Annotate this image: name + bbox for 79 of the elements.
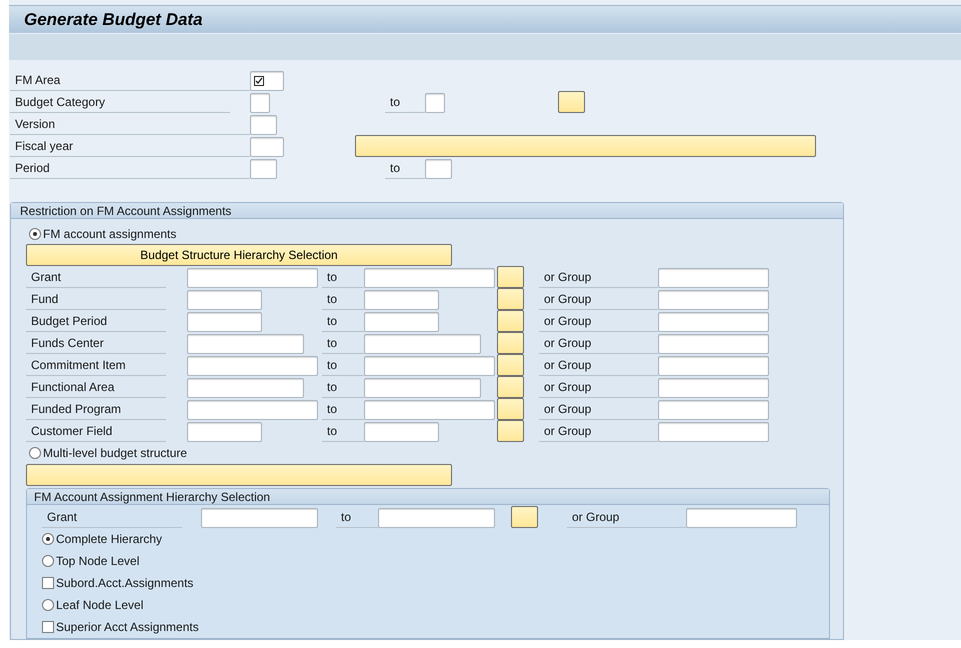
field-label: Budget Category — [10, 92, 230, 113]
input-field[interactable] — [187, 400, 318, 420]
input-field[interactable] — [364, 312, 439, 332]
field-label: Commitment Item — [26, 355, 166, 376]
hierarchy-selection-button[interactable]: Budget Structure Hierarchy Selection — [26, 244, 452, 266]
field-label: Version — [10, 114, 250, 135]
multiple-selection-button[interactable] — [497, 288, 524, 310]
input-field[interactable] — [425, 93, 445, 113]
radio-button[interactable] — [29, 228, 41, 240]
input-field[interactable] — [658, 312, 769, 332]
input-field[interactable] — [364, 400, 495, 420]
multiple-selection-button[interactable] — [497, 310, 524, 332]
field-label: Funded Program — [26, 399, 166, 420]
checkbox[interactable] — [42, 621, 54, 633]
option-label: Subord.Acct.Assignments — [56, 575, 194, 592]
input-field[interactable] — [658, 378, 769, 398]
input-field[interactable] — [187, 422, 262, 442]
input-field[interactable] — [364, 378, 481, 398]
field-label: Funds Center — [26, 333, 166, 354]
option-label: Superior Acct Assignments — [56, 619, 199, 636]
multiple-selection-button[interactable] — [497, 420, 524, 442]
window-title: Generate Budget Data — [24, 8, 203, 30]
input-field[interactable] — [364, 290, 439, 310]
radio-button[interactable] — [29, 447, 41, 459]
multiple-selection-button[interactable] — [511, 506, 538, 528]
fiscal-year-display-bar[interactable] — [355, 135, 816, 157]
input-field[interactable] — [187, 290, 262, 310]
radio-button[interactable] — [42, 555, 54, 567]
input-field[interactable] — [187, 378, 304, 398]
field-label: FM Area — [10, 70, 250, 91]
multiple-selection-button[interactable] — [497, 266, 524, 288]
input-field[interactable] — [250, 71, 284, 91]
input-field[interactable] — [250, 93, 270, 113]
option-label: FM account assignments — [43, 226, 176, 243]
input-field[interactable] — [658, 356, 769, 376]
option-label: Leaf Node Level — [56, 597, 144, 614]
input-field[interactable] — [187, 356, 318, 376]
multiple-selection-button[interactable] — [558, 91, 585, 113]
field-label: Fund — [26, 289, 166, 310]
multiple-selection-button[interactable] — [497, 354, 524, 376]
radio-button[interactable] — [42, 533, 54, 545]
field-label: Grant — [26, 267, 166, 288]
input-field[interactable] — [364, 422, 439, 442]
option-label: Top Node Level — [56, 553, 140, 570]
input-field[interactable] — [686, 508, 797, 528]
input-field[interactable] — [187, 334, 304, 354]
input-field[interactable] — [658, 268, 769, 288]
input-field[interactable] — [364, 268, 495, 288]
input-field[interactable] — [201, 508, 318, 528]
input-field[interactable] — [658, 334, 769, 354]
field-label: Budget Period — [26, 311, 166, 332]
input-field[interactable] — [187, 312, 262, 332]
group-box-title: FM Account Assignment Hierarchy Selection — [34, 488, 270, 506]
input-field[interactable] — [658, 290, 769, 310]
input-field[interactable] — [250, 115, 277, 135]
multiple-selection-button[interactable] — [497, 376, 524, 398]
required-check-icon — [254, 76, 264, 86]
option-label: Multi-level budget structure — [43, 445, 188, 462]
field-label: Grant — [42, 507, 182, 528]
multiple-selection-button[interactable] — [497, 332, 524, 354]
multi-level-selection-bar[interactable] — [26, 464, 452, 486]
checkbox[interactable] — [42, 577, 54, 589]
field-label: Period — [10, 158, 250, 179]
field-label: Functional Area — [26, 377, 166, 398]
input-field[interactable] — [250, 137, 284, 157]
input-field[interactable] — [250, 159, 277, 179]
input-field[interactable] — [658, 400, 769, 420]
input-field[interactable] — [658, 422, 769, 442]
option-label: Complete Hierarchy — [56, 531, 162, 548]
input-field[interactable] — [187, 268, 318, 288]
input-field[interactable] — [425, 159, 452, 179]
input-field[interactable] — [364, 356, 495, 376]
input-field[interactable] — [378, 508, 495, 528]
multiple-selection-button[interactable] — [497, 398, 524, 420]
input-field[interactable] — [364, 334, 481, 354]
field-label: Customer Field — [26, 421, 166, 442]
field-label: Fiscal year — [10, 136, 250, 157]
group-box-title: Restriction on FM Account Assignments — [20, 202, 232, 220]
radio-button[interactable] — [42, 599, 54, 611]
